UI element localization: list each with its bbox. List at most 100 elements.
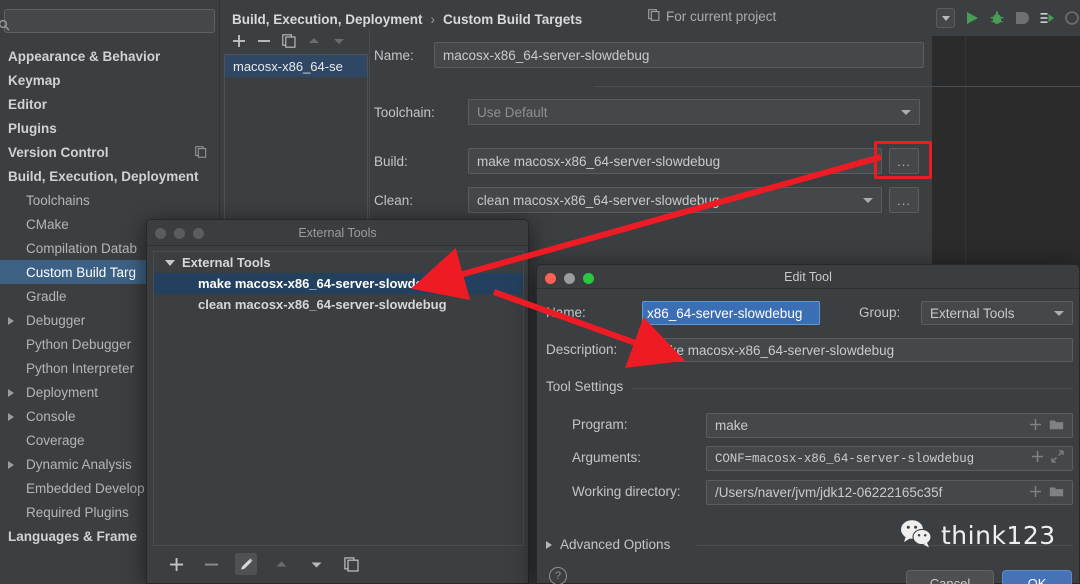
close-button[interactable] (545, 273, 556, 284)
minimize-button[interactable] (564, 273, 575, 284)
clean-row: Clean: clean macosx-x86_64-server-slowde… (374, 187, 919, 213)
toolchain-label: Toolchain: (374, 104, 435, 120)
build-label: Build: (374, 153, 408, 169)
external-tools-dialog: External Tools External Tools make macos… (146, 219, 529, 584)
copy-icon (195, 146, 207, 158)
sidebar-item-label: Debugger (26, 312, 86, 328)
more-toolbar-icon[interactable] (1064, 10, 1080, 26)
build-select[interactable]: make macosx-x86_64-server-slowdebug (468, 148, 882, 174)
breadcrumb-leaf: Custom Build Targets (443, 11, 583, 27)
custom-targets-list[interactable]: macosx-x86_64-se (224, 54, 368, 232)
tool-name-input[interactable]: x86_64-server-slowdebug (642, 301, 820, 325)
debug-button[interactable] (989, 10, 1005, 26)
browse-folder-icon[interactable] (1049, 418, 1064, 434)
sidebar-item-plugins[interactable]: Plugins (0, 116, 219, 140)
sidebar-item-label: Required Plugins (26, 504, 129, 520)
sidebar-item-label: Languages & Frame (8, 528, 138, 544)
program-value: make (715, 418, 749, 433)
screenshot-root: Appearance & Behavior Keymap Editor Plugins… (0, 0, 1080, 584)
copy-target-button[interactable] (282, 34, 296, 48)
sidebar-item-editor[interactable]: Editor (0, 92, 219, 116)
target-name-input[interactable]: macosx-x86_64-server-slowdebug (434, 42, 924, 68)
chevron-right-icon[interactable] (8, 317, 14, 325)
group-label: Group: (859, 305, 901, 320)
sidebar-item-label: Version Control (8, 144, 109, 160)
chevron-right-icon[interactable] (8, 461, 14, 469)
sidebar-item-label: Compilation Datab (26, 240, 138, 256)
zoom-button[interactable] (193, 228, 204, 239)
browse-folder-icon[interactable] (1049, 485, 1064, 501)
ok-button[interactable]: OK (1002, 570, 1072, 584)
minimize-button[interactable] (174, 228, 185, 239)
tree-item-make-tool[interactable]: make macosx-x86_64-server-slowdebug (154, 273, 523, 294)
sidebar-item-version-control[interactable]: Version Control (0, 140, 219, 164)
sidebar-item-label: Embedded Develop (26, 480, 145, 496)
build-value: make macosx-x86_64-server-slowdebug (477, 153, 721, 169)
sidebar-item-label: Console (26, 408, 76, 424)
sidebar-item-label: Custom Build Targ (26, 264, 137, 280)
run-configuration-dropdown[interactable] (936, 8, 955, 28)
toolchain-select[interactable]: Use Default (468, 99, 920, 125)
arguments-input[interactable]: CONF=macosx-x86_64-server-slowdebug (706, 446, 1073, 471)
working-directory-input[interactable]: /Users/naver/jvm/jdk12-06222165c35f (706, 480, 1073, 505)
sidebar-item-keymap[interactable]: Keymap (0, 68, 219, 92)
remove-target-button[interactable] (257, 34, 271, 48)
move-up-button[interactable] (270, 553, 292, 575)
search-icon (0, 19, 10, 31)
help-button[interactable]: ? (549, 567, 567, 584)
clean-browse-button[interactable]: ... (889, 187, 919, 213)
external-tools-titlebar: External Tools (147, 220, 528, 246)
add-tool-button[interactable] (165, 553, 187, 575)
copy-icon (648, 9, 660, 24)
remove-tool-button[interactable] (200, 553, 222, 575)
name-label: Name: (374, 47, 414, 63)
expand-editor-icon[interactable] (1051, 450, 1064, 467)
cancel-button[interactable]: Cancel (906, 570, 994, 584)
working-directory-actions (1029, 485, 1064, 501)
program-label: Program: (572, 417, 628, 432)
tree-root-label: External Tools (182, 255, 271, 270)
profile-button[interactable] (1039, 10, 1055, 26)
edit-tool-button[interactable] (235, 553, 257, 575)
close-button[interactable] (155, 228, 166, 239)
chevron-down-icon[interactable] (165, 260, 175, 266)
description-label: Description: (546, 342, 618, 357)
breadcrumb: Build, Execution, Deployment › Custom Bu… (232, 8, 582, 30)
move-down-button[interactable] (305, 553, 327, 575)
description-input[interactable]: make macosx-x86_64-server-slowdebug (642, 338, 1073, 362)
clean-value: clean macosx-x86_64-server-slowdebug (477, 192, 720, 208)
insert-macro-icon[interactable] (1031, 450, 1044, 467)
sidebar-item-label: Coverage (26, 432, 85, 448)
chevron-right-icon[interactable] (8, 389, 14, 397)
copy-tool-button[interactable] (340, 553, 362, 575)
sidebar-item-appearance-behavior[interactable]: Appearance & Behavior (0, 44, 219, 68)
breadcrumb-root[interactable]: Build, Execution, Deployment (232, 12, 423, 27)
insert-macro-icon[interactable] (1029, 418, 1042, 434)
external-tools-toolbar (153, 550, 524, 578)
sidebar-item-label: Toolchains (26, 192, 90, 208)
run-button[interactable] (964, 10, 980, 26)
chevron-right-icon[interactable] (8, 413, 14, 421)
insert-macro-icon[interactable] (1029, 485, 1042, 501)
tree-root-external-tools[interactable]: External Tools (154, 252, 523, 273)
external-tools-tree[interactable]: External Tools make macosx-x86_64-server… (153, 251, 524, 546)
move-down-button[interactable] (332, 34, 346, 48)
sidebar-item-build-execution-deployment[interactable]: Build, Execution, Deployment (0, 164, 219, 188)
arguments-label: Arguments: (572, 450, 642, 465)
zoom-button[interactable] (583, 273, 594, 284)
settings-search-input[interactable] (4, 9, 215, 33)
window-controls (155, 228, 204, 239)
sidebar-item-label: Keymap (8, 72, 61, 88)
sidebar-item-toolchains[interactable]: Toolchains (0, 188, 219, 212)
sidebar-item-label: Build, Execution, Deployment (8, 168, 199, 184)
build-browse-button[interactable]: ... (889, 148, 919, 174)
list-item[interactable]: macosx-x86_64-se (225, 55, 367, 77)
run-with-coverage-button[interactable] (1014, 10, 1030, 26)
move-up-button[interactable] (307, 34, 321, 48)
tree-item-clean-tool[interactable]: clean macosx-x86_64-server-slowdebug (154, 294, 523, 315)
group-select[interactable]: External Tools (921, 301, 1073, 325)
advanced-options-toggle[interactable]: Advanced Options (546, 537, 670, 552)
add-target-button[interactable] (232, 34, 246, 48)
program-input[interactable]: make (706, 413, 1073, 438)
clean-select[interactable]: clean macosx-x86_64-server-slowdebug (468, 187, 882, 213)
